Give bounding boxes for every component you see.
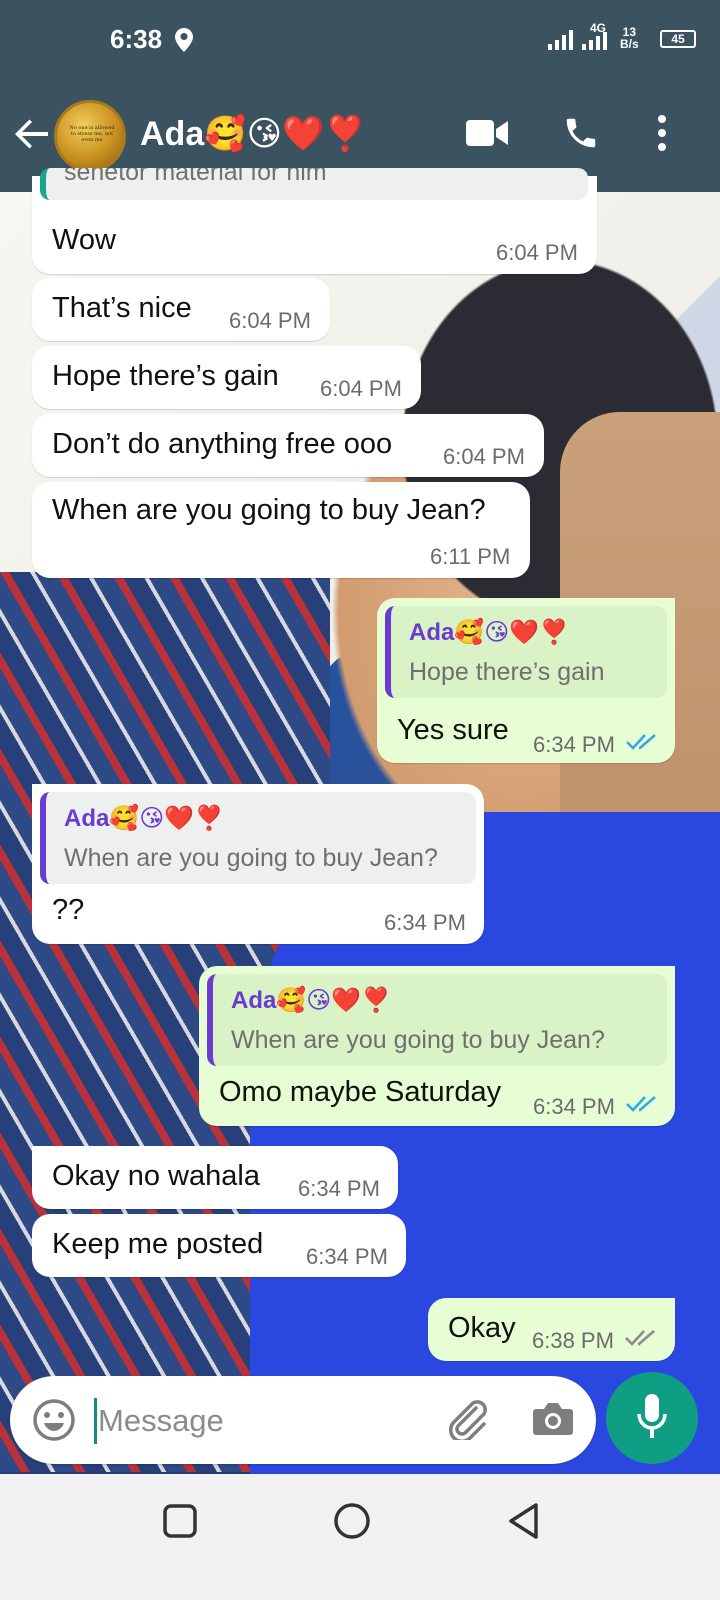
read-receipt-icon <box>626 1096 656 1112</box>
quoted-text: Hope there’s gain <box>409 658 605 686</box>
back-arrow-icon[interactable] <box>14 116 50 152</box>
message-text: That’s nice <box>52 292 192 324</box>
signal-indicators: 4G 13 B/s <box>548 22 639 51</box>
message-bubble-outgoing[interactable]: Ada🥰😘❤️❣️ When are you going to buy Jean… <box>199 966 675 1126</box>
app-header: 6:38 4G 13 B/s 45 No one is allowed to st… <box>0 0 720 192</box>
quoted-message[interactable]: Ada🥰😘❤️❣️ When are you going to buy Jean… <box>207 974 667 1066</box>
voice-message-button[interactable] <box>606 1372 698 1464</box>
quoted-sender: Ada🥰😘❤️❣️ <box>231 987 392 1014</box>
signal-4g-icon: 4G <box>582 22 612 50</box>
message-time: 6:34 PM <box>533 732 615 757</box>
message-time: 6:34 PM <box>384 910 466 935</box>
message-bubble-outgoing[interactable]: Okay 6:38 PM <box>428 1298 675 1361</box>
quoted-message[interactable]: senetor material for him <box>40 168 588 200</box>
quoted-message[interactable]: Ada🥰😘❤️❣️ Hope there’s gain <box>385 606 667 698</box>
mic-icon <box>637 1394 667 1438</box>
message-bubble-incoming[interactable]: Don’t do anything free ooo 6:04 PM <box>32 414 544 477</box>
message-bubble-incoming[interactable]: That’s nice 6:04 PM <box>32 278 330 341</box>
message-time: 6:04 PM <box>496 240 578 265</box>
message-input[interactable] <box>98 1396 418 1446</box>
message-text: Omo maybe Saturday <box>219 1076 502 1108</box>
avatar-logo-text: No one is allowed to stress me, not even… <box>69 125 115 143</box>
home-icon[interactable] <box>333 1502 371 1540</box>
message-text: Don’t do anything free ooo <box>52 428 393 460</box>
quoted-message[interactable]: Ada🥰😘❤️❣️ When are you going to buy Jean… <box>40 792 476 884</box>
text-caret <box>94 1398 97 1444</box>
message-bubble-incoming[interactable]: Okay no wahala 6:34 PM <box>32 1146 398 1209</box>
signal-icon <box>548 30 573 50</box>
message-bubble-incoming[interactable]: When are you going to buy Jean? 6:11 PM <box>32 482 530 578</box>
message-time: 6:04 PM <box>443 444 525 469</box>
quoted-text: When are you going to buy Jean? <box>231 1026 605 1054</box>
message-bubble-outgoing[interactable]: Ada🥰😘❤️❣️ Hope there’s gain Yes sure 6:3… <box>377 598 675 763</box>
attach-icon[interactable] <box>446 1400 490 1440</box>
voice-call-icon[interactable] <box>562 114 600 152</box>
contact-avatar[interactable]: No one is allowed to stress me, not even… <box>54 100 126 172</box>
quoted-sender: Ada🥰😘❤️❣️ <box>64 805 225 832</box>
message-text: Okay no wahala <box>52 1160 260 1192</box>
message-text: Hope there’s gain <box>52 360 279 392</box>
message-time: 6:38 PM <box>532 1328 614 1353</box>
location-icon <box>175 28 193 52</box>
message-bubble-incoming[interactable]: Ada🥰😘❤️❣️ When are you going to buy Jean… <box>32 784 484 944</box>
message-text: Keep me posted <box>52 1228 264 1260</box>
battery-icon: 45 <box>660 30 696 48</box>
message-time: 6:34 PM <box>306 1244 388 1269</box>
message-bubble-incoming[interactable]: Keep me posted 6:34 PM <box>32 1214 406 1277</box>
quoted-sender: Ada🥰😘❤️❣️ <box>409 619 570 646</box>
system-navigation-bar <box>0 1474 720 1600</box>
message-text: When are you going to buy Jean? <box>52 494 486 526</box>
message-time: 6:34 PM <box>533 1094 615 1119</box>
message-time: 6:04 PM <box>229 308 311 333</box>
message-time: 6:34 PM <box>298 1176 380 1201</box>
quoted-text: When are you going to buy Jean? <box>64 844 438 872</box>
battery-level: 45 <box>671 32 685 46</box>
recent-apps-icon[interactable] <box>163 1504 197 1538</box>
camera-icon[interactable] <box>532 1400 574 1438</box>
message-text: Okay <box>448 1312 516 1344</box>
data-speed: 13 B/s <box>620 25 639 51</box>
message-bubble-incoming[interactable]: Hope there’s gain 6:04 PM <box>32 346 421 409</box>
message-text: Yes sure <box>397 714 509 746</box>
read-receipt-icon <box>626 734 656 750</box>
status-time: 6:38 <box>110 24 163 54</box>
contact-name[interactable]: Ada🥰😘❤️❣️ <box>140 114 367 154</box>
video-call-icon[interactable] <box>466 118 508 148</box>
quoted-text: senetor material for him <box>64 168 327 186</box>
message-composer <box>10 1376 596 1464</box>
emoji-icon[interactable] <box>32 1398 76 1442</box>
message-time: 6:11 PM <box>430 544 511 569</box>
message-text: Wow <box>52 224 116 256</box>
message-time: 6:04 PM <box>320 376 402 401</box>
delivered-receipt-icon <box>625 1330 655 1346</box>
more-options-icon[interactable] <box>654 114 670 152</box>
message-bubble-incoming[interactable]: senetor material for him Wow 6:04 PM <box>32 168 597 274</box>
back-triangle-icon[interactable] <box>506 1502 542 1540</box>
message-text: ?? <box>52 894 85 926</box>
